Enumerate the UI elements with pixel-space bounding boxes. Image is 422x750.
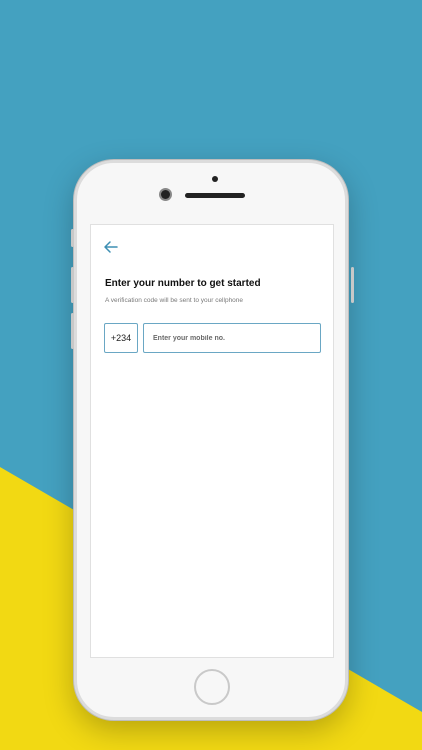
front-camera-icon [161,190,170,199]
home-button[interactable] [194,669,230,705]
volume-down-button [71,313,74,349]
power-button [351,267,354,303]
page-subtitle: A verification code will be sent to your… [105,297,244,304]
page-title: Enter your number to get started [105,278,261,289]
earpiece-speaker [185,193,245,198]
country-code-label: +234 [110,333,132,343]
app-screen: Enter your number to get started A verif… [90,224,334,658]
arrow-left-icon[interactable] [103,239,119,255]
mobile-number-input[interactable] [143,323,321,353]
proximity-sensor [212,176,218,182]
country-code-selector[interactable]: +234 [104,323,138,353]
mute-switch [71,229,74,247]
phone-frame: Enter your number to get started A verif… [71,160,354,720]
volume-up-button [71,267,74,303]
